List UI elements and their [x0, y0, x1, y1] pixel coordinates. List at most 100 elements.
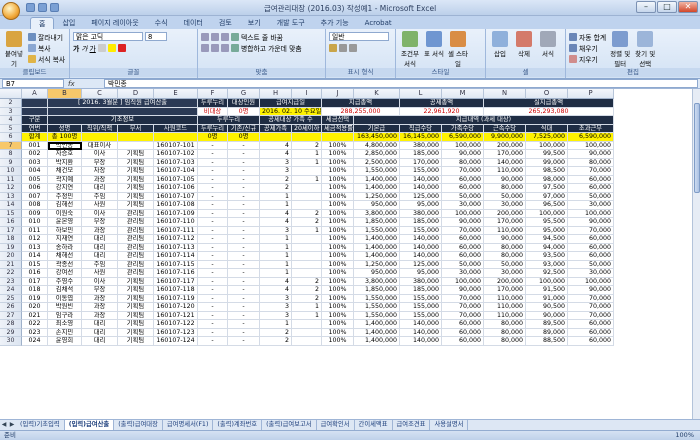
table-cell[interactable]: 160107-105 [154, 175, 198, 184]
table-cell[interactable]: - [198, 141, 228, 150]
table-cell[interactable]: 100,000 [442, 209, 484, 218]
employee-name[interactable]: 박지환 [48, 158, 82, 167]
table-cell[interactable]: 001 [22, 141, 48, 150]
table-cell[interactable]: 60,000 [568, 243, 614, 252]
table-cell[interactable]: 2 [292, 209, 322, 218]
table-cell[interactable]: 3 [260, 311, 292, 320]
table-cell[interactable]: - [198, 158, 228, 167]
table-cell[interactable]: 010 [22, 218, 48, 227]
table-cell[interactable]: 60,000 [442, 252, 484, 261]
table-cell[interactable]: 50,000 [442, 192, 484, 201]
maximize-button[interactable]: □ [657, 1, 677, 13]
table-cell[interactable]: 30,000 [484, 269, 526, 278]
row-header[interactable]: 19 [0, 243, 22, 252]
table-cell[interactable]: 과장 [82, 311, 118, 320]
tab-acrobat[interactable]: Acrobat [357, 17, 400, 29]
delete-cells-button[interactable]: 삭제 [513, 31, 535, 58]
table-cell[interactable]: 80,000 [484, 337, 526, 346]
row-header[interactable]: 21 [0, 260, 22, 269]
table-cell[interactable]: 160107-118 [154, 286, 198, 295]
table-cell[interactable]: 140,000 [400, 337, 442, 346]
format-painter-button[interactable]: 서식 복사 [28, 53, 65, 64]
table-cell[interactable]: 1 [260, 201, 292, 210]
table-cell[interactable]: 014 [22, 252, 48, 261]
table-cell[interactable]: 155,000 [400, 311, 442, 320]
table-cell[interactable]: 70,000 [568, 311, 614, 320]
table-cell[interactable]: 1,250,000 [354, 260, 400, 269]
table-cell[interactable]: 60,000 [442, 184, 484, 193]
table-cell[interactable]: 60,000 [568, 252, 614, 261]
table-cell[interactable]: 기획팀 [118, 175, 154, 184]
table-cell[interactable]: - [198, 294, 228, 303]
table-cell[interactable]: 관리팀 [118, 260, 154, 269]
table-cell[interactable]: 100% [322, 209, 354, 218]
table-cell[interactable]: 110,000 [484, 303, 526, 312]
scroll-thumb[interactable] [694, 103, 700, 193]
table-cell[interactable]: - [228, 150, 260, 159]
underline-button[interactable]: 가 [90, 43, 96, 53]
table-cell[interactable]: 99,500 [526, 150, 568, 159]
table-cell[interactable]: - [228, 286, 260, 295]
merge-icon[interactable] [231, 43, 239, 52]
table-cell[interactable] [292, 243, 322, 252]
table-cell[interactable]: 160107-112 [154, 235, 198, 244]
zoom-level[interactable]: 100% [675, 431, 700, 440]
table-cell[interactable]: 사원 [82, 269, 118, 278]
table-cell[interactable]: - [228, 252, 260, 261]
row-header[interactable]: 27 [0, 311, 22, 320]
formula-input[interactable]: 박민종 [104, 79, 698, 88]
table-cell[interactable] [292, 337, 322, 346]
table-cell[interactable]: - [198, 201, 228, 210]
table-cell[interactable]: 021 [22, 311, 48, 320]
column-header-m[interactable]: M [442, 89, 484, 99]
number-format-select[interactable]: 일반 [329, 32, 389, 41]
next-sheet-icon[interactable]: ▶ [8, 421, 16, 429]
table-cell[interactable]: 95,000 [400, 269, 442, 278]
table-cell[interactable]: 70,000 [568, 167, 614, 176]
employee-name[interactable]: 주정민 [48, 192, 82, 201]
table-cell[interactable]: - [228, 260, 260, 269]
table-cell[interactable]: 70,000 [568, 226, 614, 235]
table-cell[interactable]: 기획팀 [118, 184, 154, 193]
table-cell[interactable]: 140,000 [400, 320, 442, 329]
table-cell[interactable]: 1,400,000 [354, 235, 400, 244]
table-cell[interactable]: 70,000 [442, 311, 484, 320]
table-cell[interactable]: 160107-119 [154, 294, 198, 303]
table-cell[interactable]: - [198, 192, 228, 201]
employee-name[interactable]: 채건모 [48, 167, 82, 176]
table-cell[interactable]: 003 [22, 158, 48, 167]
fill-color-icon[interactable] [107, 43, 116, 52]
table-cell[interactable]: 009 [22, 209, 48, 218]
table-cell[interactable]: - [198, 150, 228, 159]
table-cell[interactable]: 기획팀 [118, 167, 154, 176]
tab-insert[interactable]: 삽입 [54, 17, 83, 29]
font-name-select[interactable]: 맑은 고딕 [73, 32, 143, 41]
sheet-tab[interactable]: (입력)기초입력 [16, 420, 65, 430]
align-middle-icon[interactable] [211, 32, 219, 41]
employee-name[interactable]: 강지연 [48, 184, 82, 193]
table-cell[interactable]: 100% [322, 294, 354, 303]
table-cell[interactable]: 관리팀 [118, 226, 154, 235]
table-cell[interactable]: 기획팀 [118, 328, 154, 337]
column-header-f[interactable]: F [198, 89, 228, 99]
table-cell[interactable]: 160107-122 [154, 320, 198, 329]
table-cell[interactable]: 90,000 [442, 286, 484, 295]
table-cell[interactable]: 부장 [82, 218, 118, 227]
table-cell[interactable]: 93,000 [526, 260, 568, 269]
table-cell[interactable]: 이사 [82, 277, 118, 286]
close-button[interactable]: ✕ [678, 1, 698, 13]
merge-center-button[interactable]: 병합하고 가운데 맞춤 [241, 43, 302, 53]
insert-cells-button[interactable]: 삽입 [489, 31, 511, 58]
table-cell[interactable] [292, 167, 322, 176]
table-cell[interactable]: 90,000 [568, 286, 614, 295]
table-cell[interactable]: 100% [322, 252, 354, 261]
table-cell[interactable]: 170,000 [484, 218, 526, 227]
table-cell[interactable]: 3 [260, 167, 292, 176]
table-cell[interactable]: 과장 [82, 303, 118, 312]
table-cell[interactable]: 1,550,000 [354, 311, 400, 320]
row-header[interactable]: 24 [0, 286, 22, 295]
table-cell[interactable]: 100,000 [526, 209, 568, 218]
table-cell[interactable]: 013 [22, 243, 48, 252]
table-cell[interactable]: 기획팀 [118, 320, 154, 329]
table-cell[interactable]: - [228, 328, 260, 337]
